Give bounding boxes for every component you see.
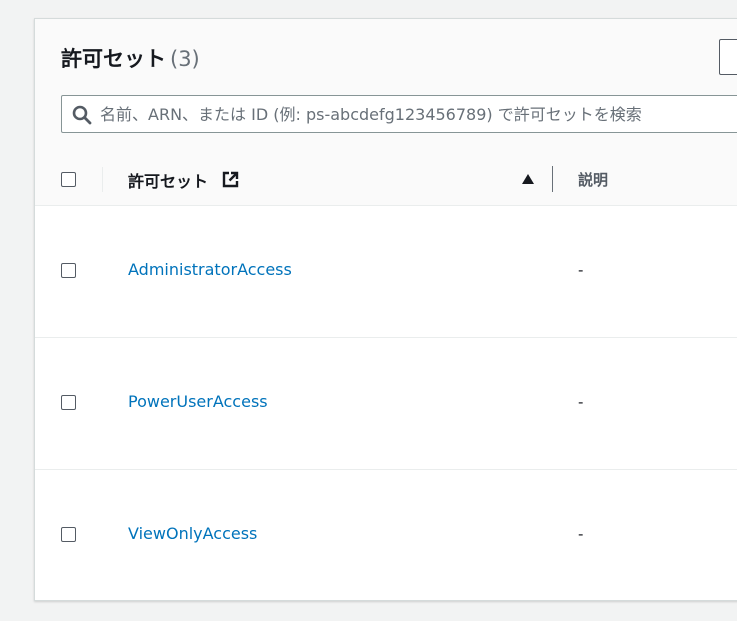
row-description: -	[578, 525, 584, 543]
page-title-text: 許可セット	[61, 47, 166, 71]
permission-set-link[interactable]: ViewOnlyAccess	[128, 524, 257, 543]
row-description: -	[578, 261, 584, 279]
row-checkbox[interactable]	[61, 395, 76, 410]
row-checkbox[interactable]	[61, 263, 76, 278]
table-row: PowerUserAccess -	[35, 337, 737, 470]
page-title: 許可セット (3)	[61, 43, 200, 73]
column-header-description[interactable]: 説明	[578, 169, 608, 190]
sort-ascending-icon[interactable]	[521, 173, 535, 185]
column-header-description-label: 説明	[578, 171, 609, 189]
external-link-icon[interactable]	[222, 171, 239, 188]
permission-set-link[interactable]: PowerUserAccess	[128, 392, 268, 411]
column-divider	[102, 167, 103, 192]
column-header-permission-set-label: 許可セット	[128, 172, 209, 191]
row-description: -	[578, 393, 584, 411]
search-box[interactable]	[61, 95, 737, 133]
permission-set-link[interactable]: AdministratorAccess	[128, 260, 292, 279]
table-row: AdministratorAccess -	[35, 205, 737, 338]
search-icon	[72, 105, 92, 125]
panel-header: 許可セット (3)	[35, 19, 737, 155]
item-count: (3)	[170, 47, 200, 71]
header-action-button[interactable]	[719, 39, 737, 75]
table-row: ViewOnlyAccess -	[35, 469, 737, 601]
column-resize-handle[interactable]	[552, 166, 553, 192]
row-checkbox[interactable]	[61, 527, 76, 542]
permission-sets-panel: 許可セット(3) 許可セット 説明	[34, 18, 737, 601]
table-header: 許可セット 説明	[35, 154, 737, 206]
select-all-checkbox[interactable]	[61, 172, 76, 187]
column-header-permission-set[interactable]: 許可セット	[128, 168, 208, 192]
search-input[interactable]	[100, 96, 737, 132]
